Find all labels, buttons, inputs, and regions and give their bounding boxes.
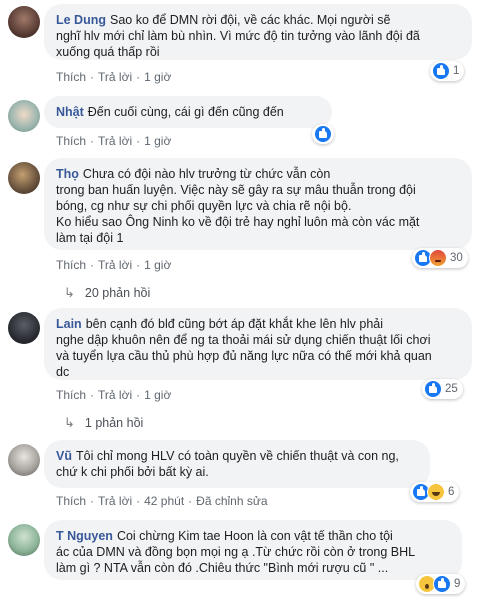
separator: · [90, 388, 95, 402]
separator: · [136, 70, 141, 84]
comment-text: nghe dập khuôn nên để ng ta thoải mái sử… [56, 333, 431, 347]
comment-text: Sao ko để DMN rời đội, về các khác. Mọi … [110, 13, 391, 27]
reaction-count: 9 [454, 578, 461, 590]
comment-author[interactable]: Le Dung [56, 13, 106, 27]
comment-bubble: Lain bên cạnh đó blđ cũng bớt áp đặt khắt… [44, 308, 472, 380]
reply-link[interactable]: Trả lời [98, 70, 132, 84]
separator: · [90, 70, 95, 84]
comment-actions: Thích · Trả lời · 1 giờ [56, 388, 171, 402]
comment-bubble: T Nguyen Coi chừng Kim tae Hoon là con vậ… [44, 520, 462, 580]
comment-actions: Thích · Trả lời · 1 giờ [56, 134, 171, 148]
separator: · [90, 494, 95, 508]
comment-text: Đến cuối cùng, cái gì đến cũng đến [87, 105, 284, 119]
comment-text: chứ k chi phối bởi bất kỳ ai. [56, 465, 209, 479]
like-link[interactable]: Thích [56, 494, 86, 508]
comment-text: bóng, cg như sự chi phối quyền lực và ch… [56, 199, 352, 213]
comment-text: Coi chừng Kim tae Hoon là con vật tế thầ… [116, 529, 393, 543]
reply-link[interactable]: Trả lời [98, 494, 132, 508]
timestamp[interactable]: 1 giờ [144, 134, 171, 148]
reaction-count: 30 [450, 252, 463, 264]
angry-reaction-icon [429, 249, 447, 267]
timestamp[interactable]: 1 giờ [144, 388, 171, 402]
comment-actions: Thích · Trả lời · 42 phút · Đã chỉnh sửa [56, 494, 268, 508]
avatar[interactable] [8, 312, 40, 344]
reply-link[interactable]: Trả lời [98, 134, 132, 148]
comment-author[interactable]: Thọ [56, 167, 79, 181]
timestamp[interactable]: 1 giờ [144, 70, 171, 84]
reply-link[interactable]: Trả lời [98, 388, 132, 402]
comment-bubble: Thọ Chưa có đội nào hlv trưởng từ chức vẫ… [44, 158, 472, 250]
comment-actions: Thích · Trả lời · 1 giờ [56, 258, 171, 272]
reaction-summary[interactable]: 6 [410, 482, 460, 502]
reaction-summary[interactable]: 30 [412, 248, 468, 268]
avatar[interactable] [8, 524, 40, 556]
comment-text: dc [56, 365, 70, 379]
replies-count: 20 phản hồi [84, 286, 151, 300]
avatar[interactable] [8, 6, 40, 38]
like-reaction-icon [424, 380, 442, 398]
comment-text: Tôi chỉ mong HLV có toàn quyền về chiến … [75, 449, 399, 463]
reaction-summary[interactable]: 1 [430, 61, 465, 81]
reaction-summary[interactable] [312, 124, 334, 144]
separator: · [90, 134, 95, 148]
comment-author[interactable]: Nhật [56, 105, 84, 119]
edited-label[interactable]: Đã chỉnh sửa [196, 494, 267, 508]
reply-link[interactable]: Trả lời [98, 258, 132, 272]
like-reaction-icon [314, 125, 332, 143]
comment-text: nghĩ hlv mới chỉ làm bù nhìn. Vì mức độ … [56, 29, 420, 43]
reaction-summary[interactable]: 9 [416, 574, 466, 594]
like-link[interactable]: Thích [56, 134, 86, 148]
like-link[interactable]: Thích [56, 388, 86, 402]
comment-author[interactable]: Vũ [56, 449, 72, 463]
avatar[interactable] [8, 444, 40, 476]
comment-bubble: Le Dung Sao ko để DMN rời đội, về các khá… [44, 4, 472, 60]
timestamp[interactable]: 1 giờ [144, 258, 171, 272]
reply-arrow-icon: ↳ [64, 415, 75, 430]
comment-author[interactable]: T Nguyen [56, 529, 113, 543]
separator: · [136, 494, 141, 508]
reaction-count: 1 [453, 65, 460, 77]
comment-actions: Thích · Trả lời · 1 giờ [56, 70, 171, 84]
comment-text: Chưa có đội nào hlv trưởng từ chức vẫn c… [82, 167, 331, 181]
comment-author[interactable]: Lain [56, 317, 82, 331]
reply-arrow-icon: ↳ [64, 285, 75, 300]
like-reaction-icon [433, 575, 451, 593]
view-replies-link[interactable]: ↳ 20 phản hồi [64, 285, 150, 301]
reaction-count: 6 [448, 486, 455, 498]
comment-text: ác của DMN và đồng bọn mọi ng ạ .Từ chức… [56, 545, 416, 559]
comment-text: trong ban huấn luyện. Việc này sẽ gây ra… [56, 183, 416, 197]
reaction-summary[interactable]: 25 [422, 379, 463, 399]
comment-text: làm gì ? NTA vẫn còn đó .Chiêu thức "Bìn… [56, 561, 389, 575]
separator: · [90, 258, 95, 272]
comment-text: làm tại đội 1 [56, 231, 124, 245]
comment-text: bên cạnh đó blđ cũng bớt áp đặt khắt khe… [85, 317, 384, 331]
like-link[interactable]: Thích [56, 70, 86, 84]
comment-text: và tuyển lựa cầu thủ phù hợp đủ năng lực… [56, 349, 432, 363]
view-replies-link[interactable]: ↳ 1 phản hồi [64, 415, 143, 431]
haha-reaction-icon [427, 483, 445, 501]
separator: · [188, 494, 193, 508]
comment-bubble: Vũ Tôi chỉ mong HLV có toàn quyền về chiế… [44, 440, 430, 488]
like-link[interactable]: Thích [56, 258, 86, 272]
avatar[interactable] [8, 162, 40, 194]
reaction-count: 25 [445, 383, 458, 395]
separator: · [136, 134, 141, 148]
comment-text: xuống quá thấp rồi [56, 45, 160, 59]
separator: · [136, 388, 141, 402]
like-reaction-icon [432, 62, 450, 80]
comment-bubble: Nhật Đến cuối cùng, cái gì đến cũng đến [44, 96, 332, 128]
separator: · [136, 258, 141, 272]
replies-count: 1 phản hồi [84, 416, 144, 430]
comment-text: Ko hiểu sao Ông Ninh ko về đội trẻ hay n… [56, 215, 420, 229]
timestamp[interactable]: 42 phút [144, 494, 184, 508]
avatar[interactable] [8, 100, 40, 132]
